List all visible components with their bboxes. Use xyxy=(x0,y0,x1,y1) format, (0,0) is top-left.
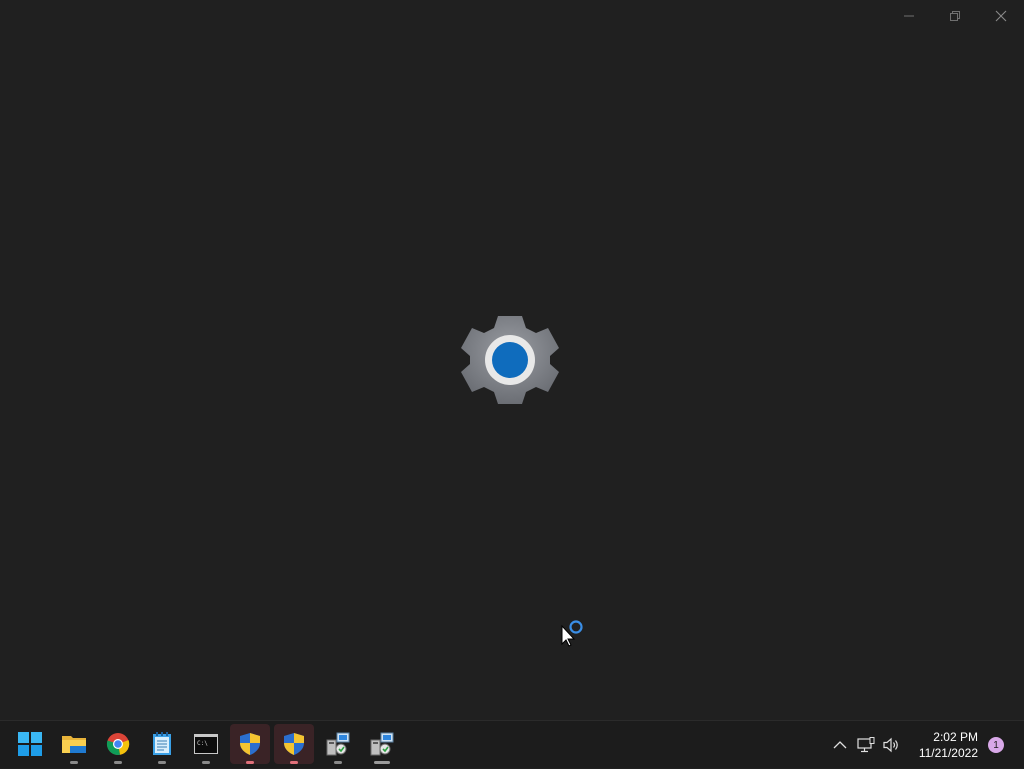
running-indicator xyxy=(158,761,166,764)
notepad-icon xyxy=(153,732,171,755)
running-indicator xyxy=(70,761,78,764)
system-tray: 2:02 PM 11/21/2022 1 xyxy=(827,721,1024,769)
terminal-icon: C:\ xyxy=(194,734,218,754)
installer-icon xyxy=(326,732,350,756)
taskbar-chrome[interactable] xyxy=(98,724,138,764)
network-button[interactable] xyxy=(853,730,879,760)
taskbar-installer-1[interactable] xyxy=(318,724,358,764)
taskbar-notepad[interactable] xyxy=(142,724,182,764)
show-hidden-icons-button[interactable] xyxy=(827,730,853,760)
chrome-icon xyxy=(106,733,130,755)
running-indicator xyxy=(334,761,342,764)
minimize-button[interactable] xyxy=(886,0,932,32)
restore-button[interactable] xyxy=(932,0,978,32)
speaker-icon xyxy=(883,737,898,753)
windows-logo-icon xyxy=(18,732,42,756)
clock-time: 2:02 PM xyxy=(933,730,978,744)
busy-cursor xyxy=(560,618,588,648)
chevron-up-icon xyxy=(833,741,847,749)
svg-text:C:\: C:\ xyxy=(197,740,208,747)
running-indicator xyxy=(114,761,122,764)
close-icon xyxy=(995,10,1007,22)
security-shield-icon xyxy=(240,733,260,755)
taskbar-installer-2[interactable] xyxy=(362,724,402,764)
notification-badge[interactable]: 1 xyxy=(988,737,1004,753)
restore-icon xyxy=(950,11,960,21)
taskbar-apps: C:\ xyxy=(10,724,406,764)
running-indicator xyxy=(290,761,298,764)
taskbar-uac-shield-2[interactable] xyxy=(274,724,314,764)
settings-gear-icon xyxy=(461,316,559,404)
clock[interactable]: 2:02 PM 11/21/2022 xyxy=(919,729,978,761)
settings-window xyxy=(0,0,1024,720)
clock-date: 11/21/2022 xyxy=(918,746,978,760)
minimize-icon xyxy=(904,15,914,17)
running-indicator xyxy=(246,761,254,764)
caption-buttons xyxy=(886,0,1024,32)
taskbar-uac-shield-1[interactable] xyxy=(230,724,270,764)
installer-icon xyxy=(370,732,394,756)
running-indicator xyxy=(202,761,210,764)
volume-button[interactable] xyxy=(879,730,905,760)
start-button[interactable] xyxy=(10,724,50,764)
pointer-icon xyxy=(561,620,583,647)
network-icon xyxy=(857,737,875,753)
taskbar: C:\ 2:02 PM 11/21/2022 1 xyxy=(0,720,1024,768)
folder-icon xyxy=(62,736,86,753)
active-indicator xyxy=(374,761,390,764)
taskbar-command-prompt[interactable]: C:\ xyxy=(186,724,226,764)
taskbar-file-explorer[interactable] xyxy=(54,724,94,764)
security-shield-icon xyxy=(284,733,304,755)
close-button[interactable] xyxy=(978,0,1024,32)
